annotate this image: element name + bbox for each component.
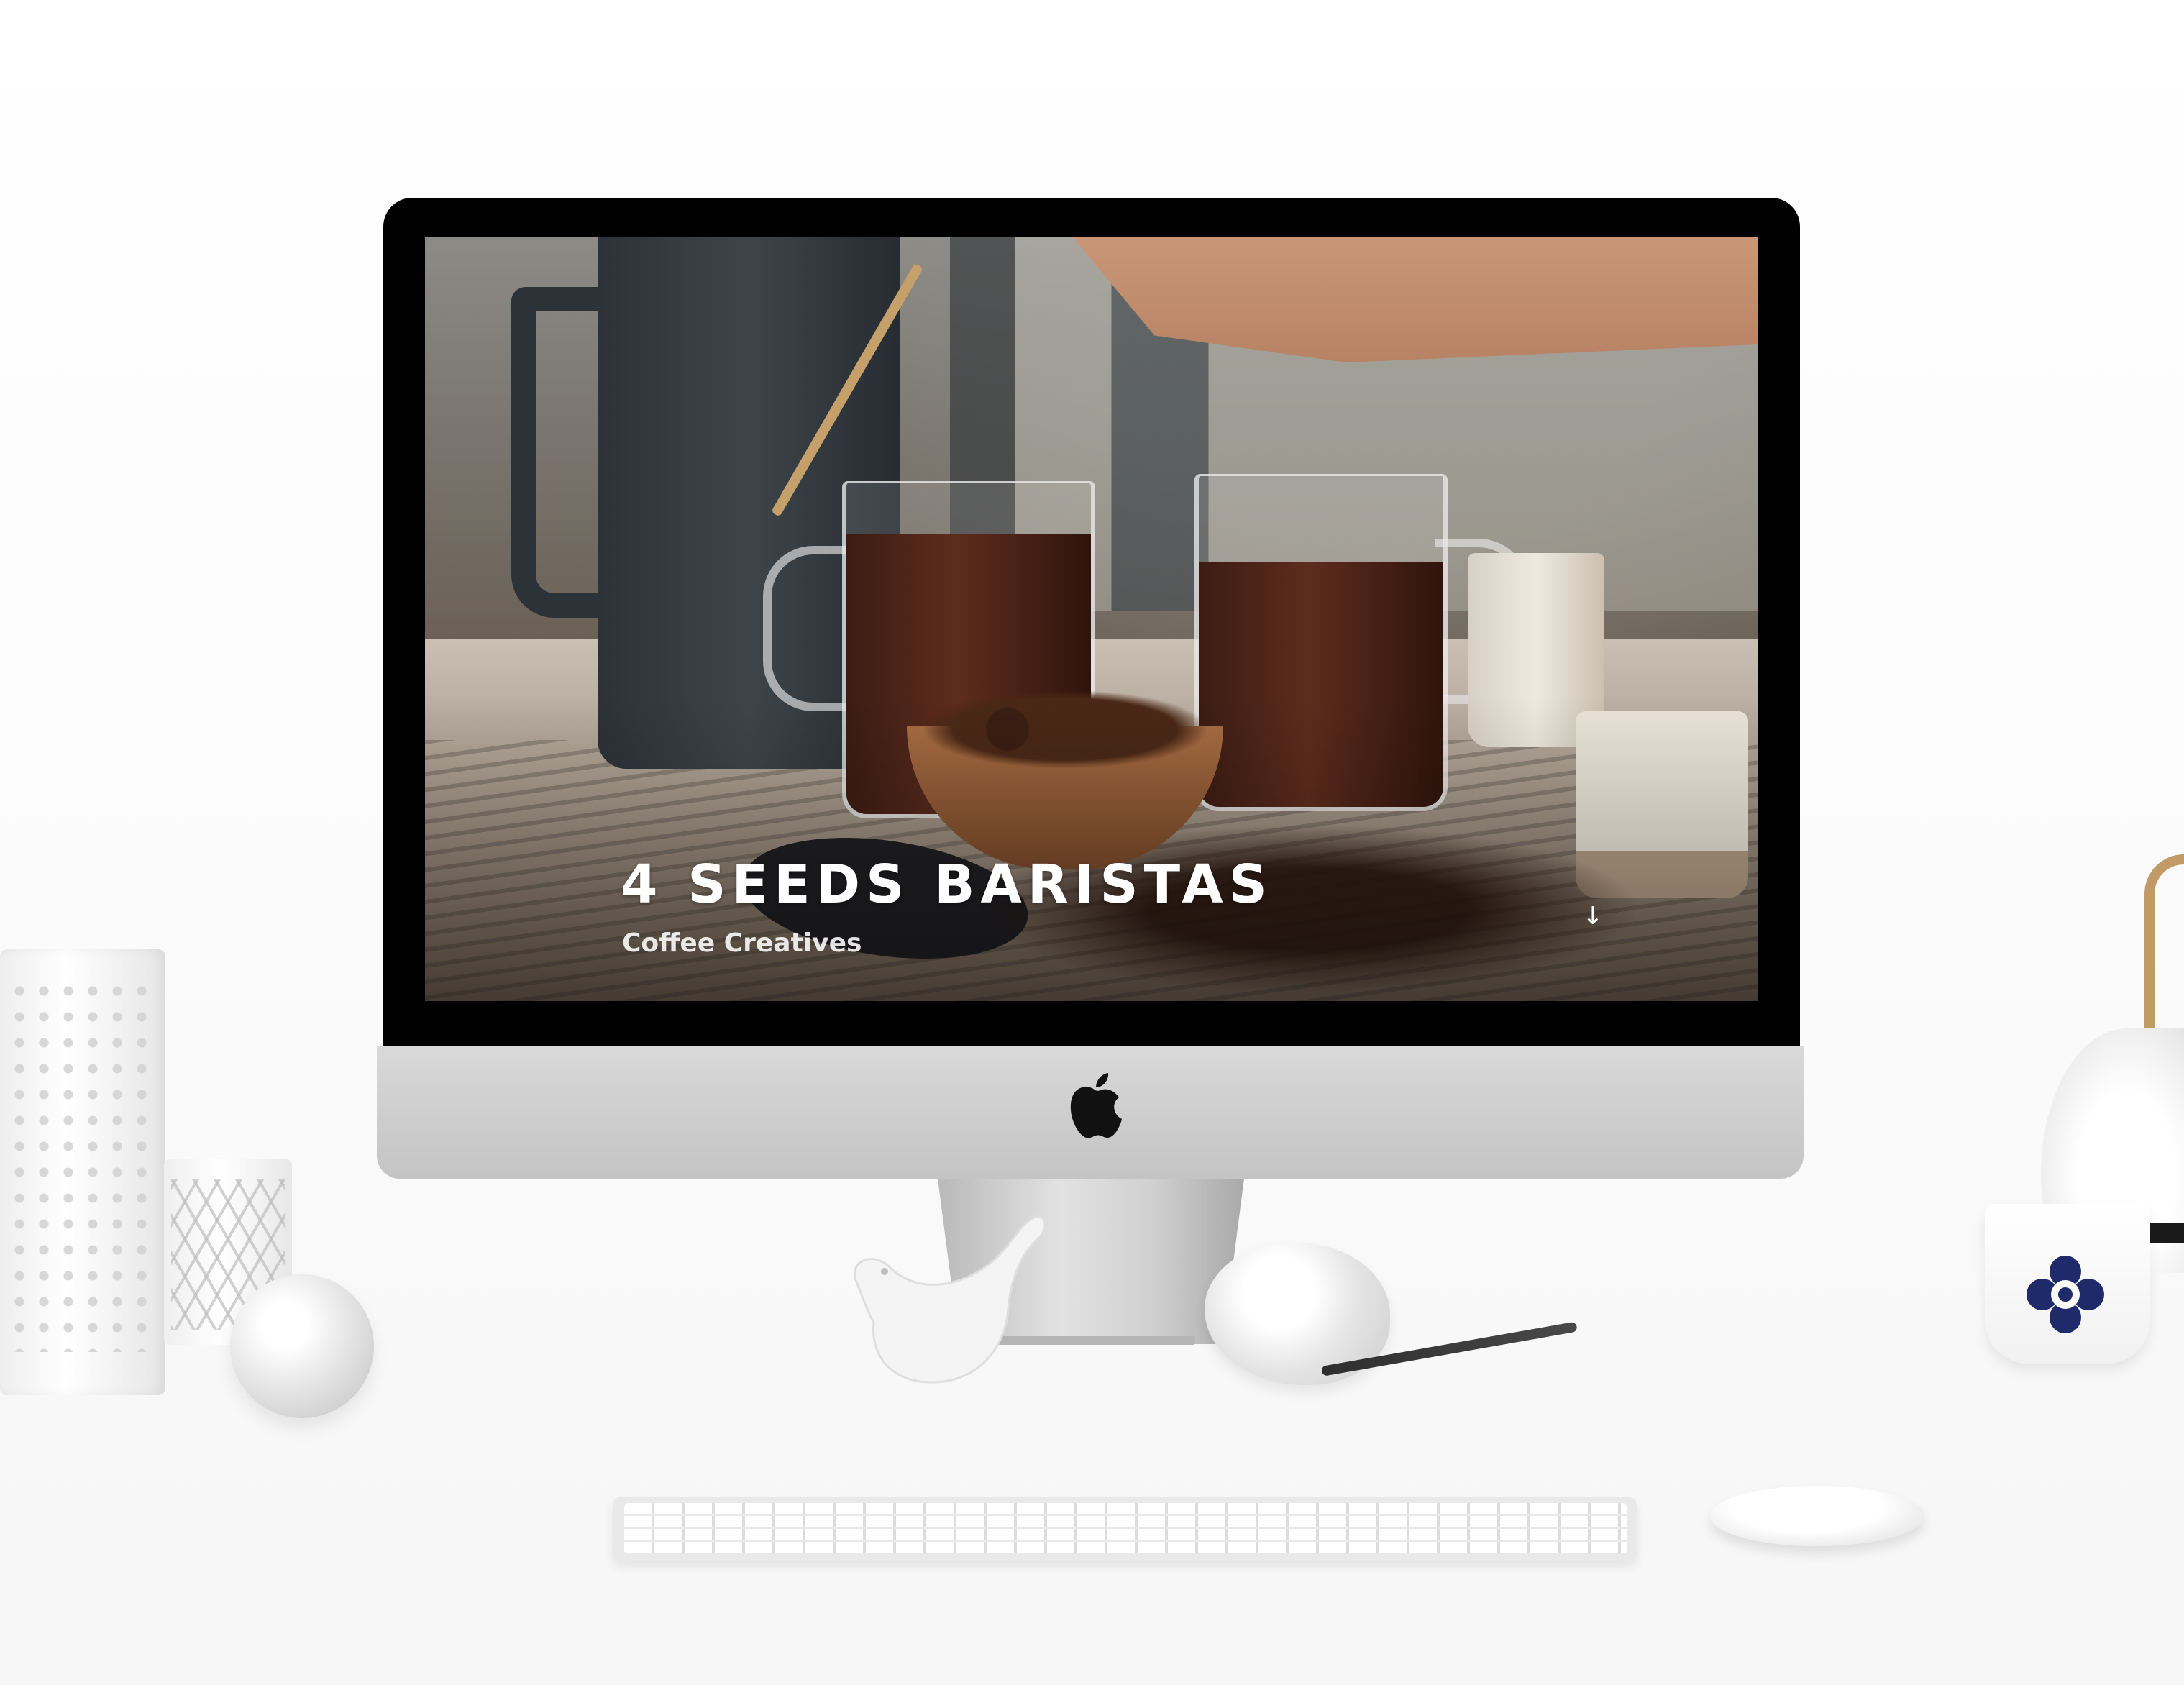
teapot-band [2150, 1223, 2184, 1243]
keyboard-keys [624, 1503, 1627, 1555]
flower-icon [2027, 1256, 2104, 1333]
ceramic-bird [853, 1215, 1046, 1384]
site-tagline: Coffee Creatives [622, 928, 862, 958]
website-hero: 4 SEEDS BARISTAS Coffee Creatives ↓ [425, 237, 1758, 1001]
glass-orb [230, 1274, 374, 1418]
magic-mouse [1710, 1486, 1924, 1546]
lantern-perforation [7, 978, 151, 1352]
site-title: 4 SEEDS BARISTAS [621, 854, 1273, 915]
apple-logo-icon [1070, 1073, 1122, 1138]
arrow-down-icon[interactable]: ↓ [1578, 898, 1607, 934]
